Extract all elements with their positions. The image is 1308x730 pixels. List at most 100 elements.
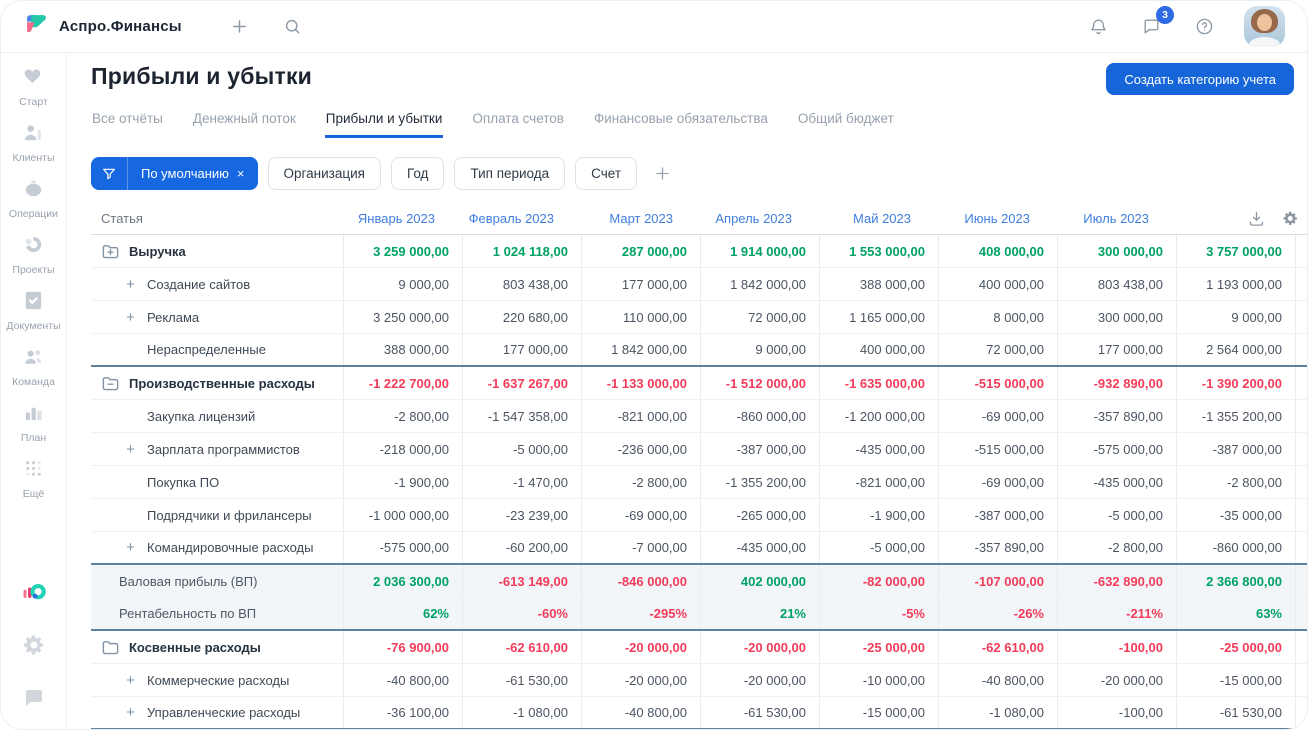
notifications-button[interactable] [1085,13,1112,40]
cell-cutoff [1295,532,1307,563]
tab-liabilities[interactable]: Финансовые обязательства [593,105,769,138]
add-subcategory-button[interactable]: + [124,442,137,457]
add-filter-button[interactable] [653,164,672,183]
cell-value: -26% [1013,606,1044,621]
cell: 300 000,00 [1057,235,1176,267]
month-header[interactable]: Февраль 2023 [462,211,581,226]
feedback-button[interactable] [22,686,46,715]
cell: 1 842 000,00 [581,334,700,365]
sidebar-item-projects[interactable]: Проекты [6,233,60,276]
cell-value: -23 239,00 [505,507,568,523]
cell: 63% [1176,598,1295,629]
sidebar-item-operations[interactable]: Операции [6,177,60,220]
cell: 3 259 000,00 [343,235,462,267]
aspro-product-logo-icon[interactable] [22,580,46,609]
cell-value: 402 000,00 [740,573,806,589]
add-subcategory-button[interactable]: + [124,705,137,720]
folder-icon[interactable] [101,638,120,657]
sidebar-item-clients[interactable]: Клиенты [6,121,60,164]
filter-chip-period-type[interactable]: Тип периода [454,157,566,190]
download-button[interactable] [1248,210,1265,227]
add-button[interactable] [226,13,253,40]
tab-budget[interactable]: Общий бюджет [797,105,895,138]
cell-cutoff [1295,367,1307,399]
cell: -15 000,00 [819,697,938,728]
cell-value: -20 000,00 [624,639,687,655]
cell-value: 388 000,00 [383,342,449,357]
month-header[interactable]: Май 2023 [819,211,938,226]
app-name: Аспро.Финансы [59,18,182,35]
table-settings-button[interactable] [1282,210,1299,227]
cell-value: -860 000,00 [736,408,806,424]
cell: -1 900,00 [343,466,462,498]
donut-icon [22,233,45,261]
month-header[interactable]: Апрель 2023 [700,211,819,226]
tab-all-reports[interactable]: Все отчёты [91,105,164,138]
table-row: Валовая прибыль (ВП) 2 036 300,00 -613 149… [91,565,1307,598]
tab-invoices[interactable]: Оплата счетов [471,105,565,138]
cell-value: 2 564 000,00 [1206,342,1282,357]
main-content: Прибыли и убытки Создать категорию учета… [67,53,1307,729]
sidebar-item-label: Документы [6,320,61,332]
cell-value: -435 000,00 [736,540,806,555]
cell: -60 200,00 [462,532,581,563]
sidebar-item-more[interactable]: Ещё [6,457,60,500]
tab-cash-flow[interactable]: Денежный поток [192,105,297,138]
cell: -100,00 [1057,631,1176,663]
cell-value: -295% [649,606,687,621]
row-label[interactable]: Косвенные расходы [129,640,261,655]
sidebar-item-start[interactable]: Старт [6,65,60,108]
cell: -1 512 000,00 [700,367,819,399]
user-avatar[interactable] [1244,6,1285,47]
row-label: Подрядчики и фрилансеры [147,507,312,523]
month-header[interactable]: Март 2023 [581,211,700,226]
cell-value: -1 900,00 [870,507,925,523]
filter-chip-account[interactable]: Счет [575,157,638,190]
default-filter-chip[interactable]: По умолчанию × [91,157,258,190]
cell-value: -100,00 [1118,639,1163,655]
row-label[interactable]: Выручка [129,244,186,259]
filter-chip-organization[interactable]: Организация [267,157,381,190]
cell: 803 438,00 [1057,268,1176,300]
cell-value: -211% [1126,606,1163,621]
cell: -62 610,00 [462,631,581,663]
add-subcategory-button[interactable]: + [124,540,137,555]
search-button[interactable] [279,13,306,40]
remove-filter-icon[interactable]: × [237,166,245,181]
cell: 2 564 000,00 [1176,334,1295,365]
cell: -265 000,00 [700,499,819,531]
month-header[interactable]: Июнь 2023 [938,211,1057,226]
sidebar-item-plan[interactable]: План [6,401,60,444]
row-label[interactable]: Производственные расходы [129,376,315,391]
month-header[interactable]: Январь 2023 [343,211,462,226]
add-subcategory-button[interactable]: + [124,277,137,292]
sidebar-item-team[interactable]: Команда [6,345,60,388]
tab-profit-loss[interactable]: Прибыли и убытки [324,105,444,138]
folder-plus-icon[interactable] [101,242,120,261]
help-button[interactable] [1191,13,1218,40]
row-label: Покупка ПО [147,474,220,490]
cell: -40 800,00 [343,664,462,696]
table-row: Производственные расходы -1 222 700,00 -1 … [91,367,1307,400]
cell: -357 890,00 [1057,400,1176,432]
month-header[interactable]: Июль 2023 [1057,211,1176,226]
table-row: + Коммерческие расходы -40 800,00 -61 530,0… [91,664,1307,697]
cell-cutoff [1295,598,1307,629]
cell-value: -1 900,00 [394,474,449,490]
cell: -25 000,00 [1176,631,1295,663]
sidebar-item-documents[interactable]: Документы [6,289,61,332]
cell: 402 000,00 [700,565,819,597]
cell-value: -2 800,00 [632,474,687,490]
cell-value: 388 000,00 [859,276,925,292]
add-subcategory-button[interactable]: + [124,310,137,325]
add-subcategory-button[interactable]: + [124,673,137,688]
cell-value: -357 890,00 [974,540,1044,555]
settings-button[interactable] [22,633,46,662]
folder-minus-icon[interactable] [101,374,120,393]
cell-value: 177 000,00 [1097,342,1163,357]
sidebar-item-label: Команда [12,376,55,388]
create-category-button[interactable]: Создать категорию учета [1106,63,1294,95]
row-label: Нераспределенные [147,342,266,357]
pnl-table: Статья Январь 2023 Февраль 2023 Март 2023 А… [91,202,1307,729]
filter-chip-year[interactable]: Год [390,157,445,190]
